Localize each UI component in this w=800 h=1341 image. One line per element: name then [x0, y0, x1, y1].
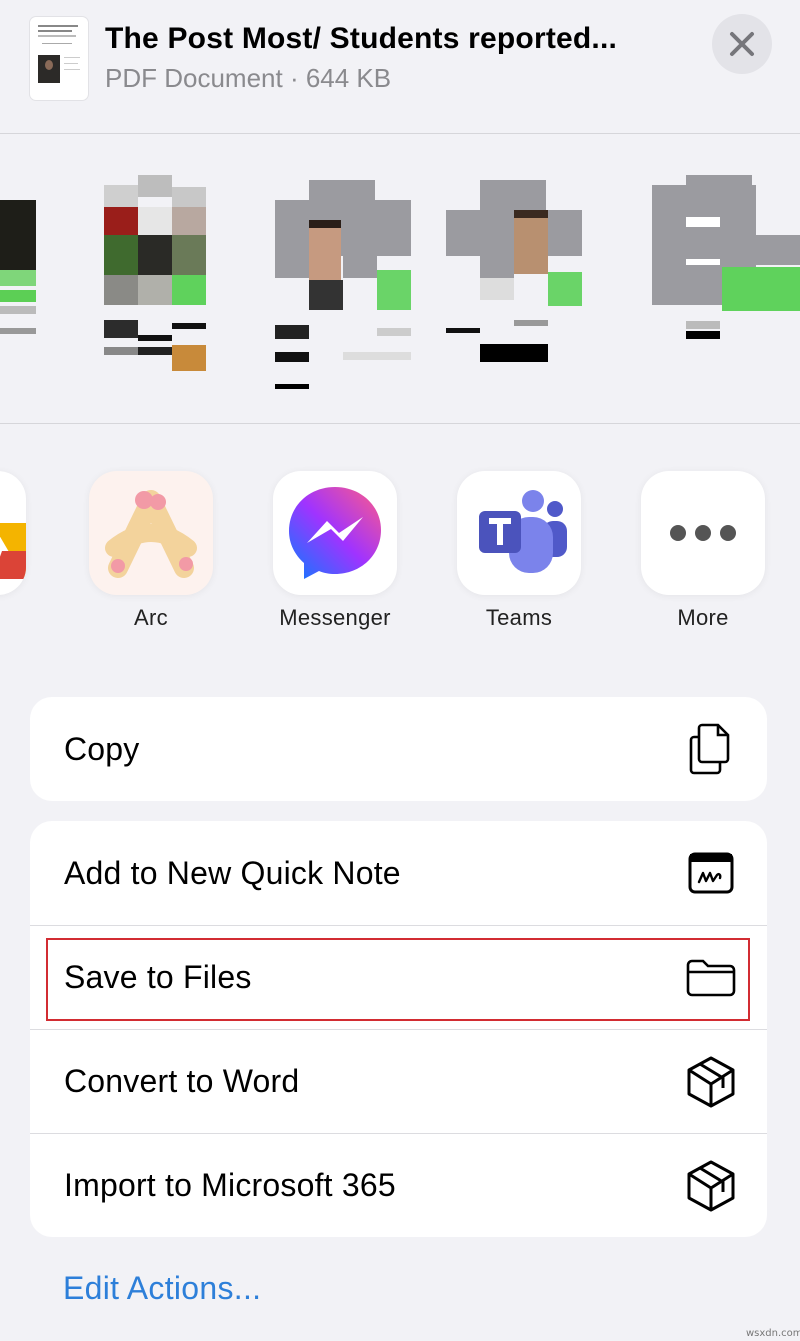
- app-more[interactable]: More: [641, 471, 765, 631]
- app-arc[interactable]: Arc: [89, 471, 213, 631]
- app-icon-tile: [273, 471, 397, 595]
- contact-avatar[interactable]: [446, 180, 586, 370]
- app-teams[interactable]: Teams: [457, 471, 581, 631]
- teams-icon: [479, 490, 567, 573]
- contacts-row: [0, 135, 800, 424]
- document-thumbnail: [30, 17, 88, 100]
- quick-note-icon: [683, 845, 739, 901]
- copy-group: Copy: [30, 697, 767, 801]
- apps-row: Arc Messenger Teams More: [0, 425, 800, 655]
- google-drive-icon: [0, 523, 26, 581]
- microsoft-365-icon: [683, 1054, 739, 1110]
- edit-actions-link[interactable]: Edit Actions...: [63, 1270, 261, 1307]
- watermark: wsxdn.com: [746, 1328, 800, 1339]
- close-icon: [730, 32, 754, 56]
- save-to-files-action[interactable]: Save to Files: [30, 925, 767, 1029]
- share-sheet-header: The Post Most/ Students reported... PDF …: [0, 0, 800, 134]
- microsoft-365-icon: [683, 1158, 739, 1214]
- document-info: PDF Document · 644 KB: [105, 63, 392, 93]
- folder-icon: [683, 950, 739, 1006]
- import-to-m365-label: Import to Microsoft 365: [64, 1167, 396, 1203]
- more-icon: [670, 525, 736, 541]
- save-to-files-label: Save to Files: [64, 959, 252, 995]
- copy-icon: [683, 721, 739, 777]
- contact-avatar[interactable]: [104, 175, 244, 375]
- add-quick-note-action[interactable]: Add to New Quick Note: [30, 821, 767, 925]
- app-messenger[interactable]: Messenger: [273, 471, 397, 631]
- copy-action[interactable]: Copy: [30, 697, 767, 801]
- add-quick-note-label: Add to New Quick Note: [64, 854, 401, 891]
- convert-to-word-label: Convert to Word: [64, 1063, 300, 1099]
- document-title: The Post Most/ Students reported...: [105, 22, 618, 55]
- app-icon-tile: [89, 471, 213, 595]
- arc-icon: [105, 490, 197, 578]
- contact-avatar[interactable]: [652, 175, 800, 345]
- contact-avatar[interactable]: [275, 180, 415, 390]
- contact-avatar[interactable]: [0, 200, 36, 340]
- app-icon-tile: [641, 471, 765, 595]
- app-icon-tile: [457, 471, 581, 595]
- copy-label: Copy: [64, 730, 140, 767]
- app-google-drive[interactable]: [0, 471, 26, 605]
- app-icon-tile: [0, 471, 26, 595]
- actions-group: Add to New Quick Note Save to Files Conv…: [30, 821, 767, 1237]
- convert-to-word-action[interactable]: Convert to Word: [30, 1029, 767, 1133]
- messenger-icon: [289, 487, 381, 579]
- import-to-m365-action[interactable]: Import to Microsoft 365: [30, 1133, 767, 1237]
- close-button[interactable]: [712, 14, 772, 74]
